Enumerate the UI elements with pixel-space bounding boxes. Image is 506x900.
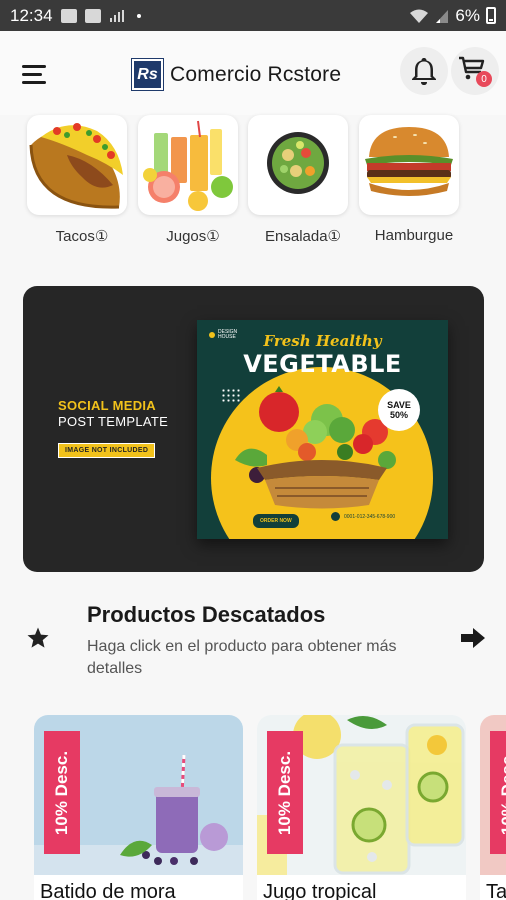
- featured-section: Productos Descatados Haga click en el pr…: [0, 598, 506, 698]
- juice-image: [143, 120, 233, 211]
- discount-badge-text: 10% Desc.: [275, 750, 294, 835]
- poster-save-line2: 50%: [389, 410, 408, 420]
- category-label: Hamburgue: [374, 227, 454, 244]
- banner-text: SOCIAL MEDIA POST TEMPLATE IMAGE NOT INC…: [58, 398, 168, 458]
- category-ensalada[interactable]: Ensalada①: [248, 115, 348, 245]
- discount-badge: 10% Desc.: [44, 731, 80, 854]
- bell-icon: [412, 58, 436, 85]
- notifications-button[interactable]: [400, 47, 448, 95]
- product-name: Jugo tropical: [263, 881, 377, 900]
- category-jugos[interactable]: Jugos①: [138, 115, 238, 245]
- poster-dot-pattern: [221, 388, 241, 402]
- product-card-partial[interactable]: 10% Desc. Ta: [480, 715, 506, 900]
- category-tacos[interactable]: Tacos①: [27, 115, 127, 245]
- cart-button[interactable]: 0: [451, 47, 499, 95]
- category-list: Tacos① Jugos① Ensalada① Hamburgue: [0, 115, 506, 255]
- star-icon: [27, 627, 49, 648]
- cart-count-badge: 0: [476, 71, 492, 87]
- battery-icon: [486, 7, 496, 24]
- phone-icon: [331, 512, 340, 521]
- burger-image: [365, 127, 453, 196]
- product-name: Batido de mora: [40, 881, 176, 900]
- promo-banner[interactable]: SOCIAL MEDIA POST TEMPLATE IMAGE NOT INC…: [23, 286, 484, 572]
- menu-button[interactable]: [22, 65, 48, 85]
- battery-percent: 6%: [455, 5, 480, 25]
- category-label: Jugos①: [166, 228, 220, 245]
- poster-save-badge: SAVE 50%: [378, 389, 420, 431]
- product-card-batido[interactable]: 10% Desc. Batido de mora: [34, 715, 243, 900]
- brand-logo: Rs: [131, 58, 164, 91]
- category-hamburguesas[interactable]: Hamburgue: [359, 115, 459, 244]
- banner-title-line1: SOCIAL MEDIA: [58, 398, 156, 413]
- salad-image: [267, 132, 329, 194]
- cell-signal-icon: [436, 9, 449, 23]
- discount-badge-text: 10% Desc.: [498, 750, 506, 835]
- category-label: Ensalada①: [265, 228, 341, 245]
- status-time: 12:34: [10, 5, 53, 25]
- signal-bars-notification-icon: [109, 9, 124, 22]
- banner-poster: DESIGN HOUSE Fresh Healthy VEGETABLE SAV…: [197, 320, 448, 539]
- featured-title: Productos Descatados: [87, 602, 326, 627]
- category-card: [248, 115, 348, 215]
- product-card-jugo-tropical[interactable]: 10% Desc. Jugo tropical: [257, 715, 466, 900]
- poster-headline-script: Fresh Healthy: [263, 332, 382, 350]
- poster-phone-number: 0001-012-345-678-900: [344, 513, 396, 520]
- status-bar: 12:34 6%: [0, 0, 506, 31]
- taco-image: [29, 123, 123, 209]
- product-name: Ta: [486, 881, 506, 900]
- discount-badge: 10% Desc.: [267, 731, 303, 854]
- category-label: Tacos①: [55, 228, 109, 245]
- screen: 12:34 6% Rs Comercio Rcstore 0 Tacos① Ju…: [0, 0, 506, 900]
- wifi-icon: [410, 9, 429, 23]
- brand-logo-text: Rs: [137, 65, 158, 83]
- image-notification-icon: [84, 8, 101, 23]
- gallery-notification-icon: [60, 8, 77, 23]
- more-notifications-dot: [136, 13, 141, 18]
- discount-badge: 10% Desc.: [490, 731, 506, 854]
- brand-name: Comercio Rcstore: [170, 62, 342, 86]
- banner-tag: IMAGE NOT INCLUDED: [58, 443, 156, 458]
- banner-title-line2: POST TEMPLATE: [58, 414, 169, 429]
- app-bar: Rs Comercio Rcstore 0: [0, 31, 506, 115]
- featured-subtitle: Haga click en el producto para obtener m…: [87, 638, 397, 677]
- category-card: [359, 115, 459, 215]
- brand: Rs Comercio Rcstore: [131, 58, 342, 91]
- poster-phone: 0001-012-345-678-900: [331, 512, 395, 521]
- arrow-right-icon[interactable]: [459, 626, 487, 650]
- product-list: 10% Desc. Batido de mora 10% Desc. Jugo …: [0, 715, 506, 900]
- category-card: [138, 115, 238, 215]
- poster-save-line1: SAVE: [387, 400, 411, 410]
- poster-headline: VEGETABLE: [243, 350, 402, 378]
- discount-badge-text: 10% Desc.: [52, 750, 71, 835]
- poster-order-label: ORDER NOW: [253, 514, 299, 528]
- category-card: [27, 115, 127, 215]
